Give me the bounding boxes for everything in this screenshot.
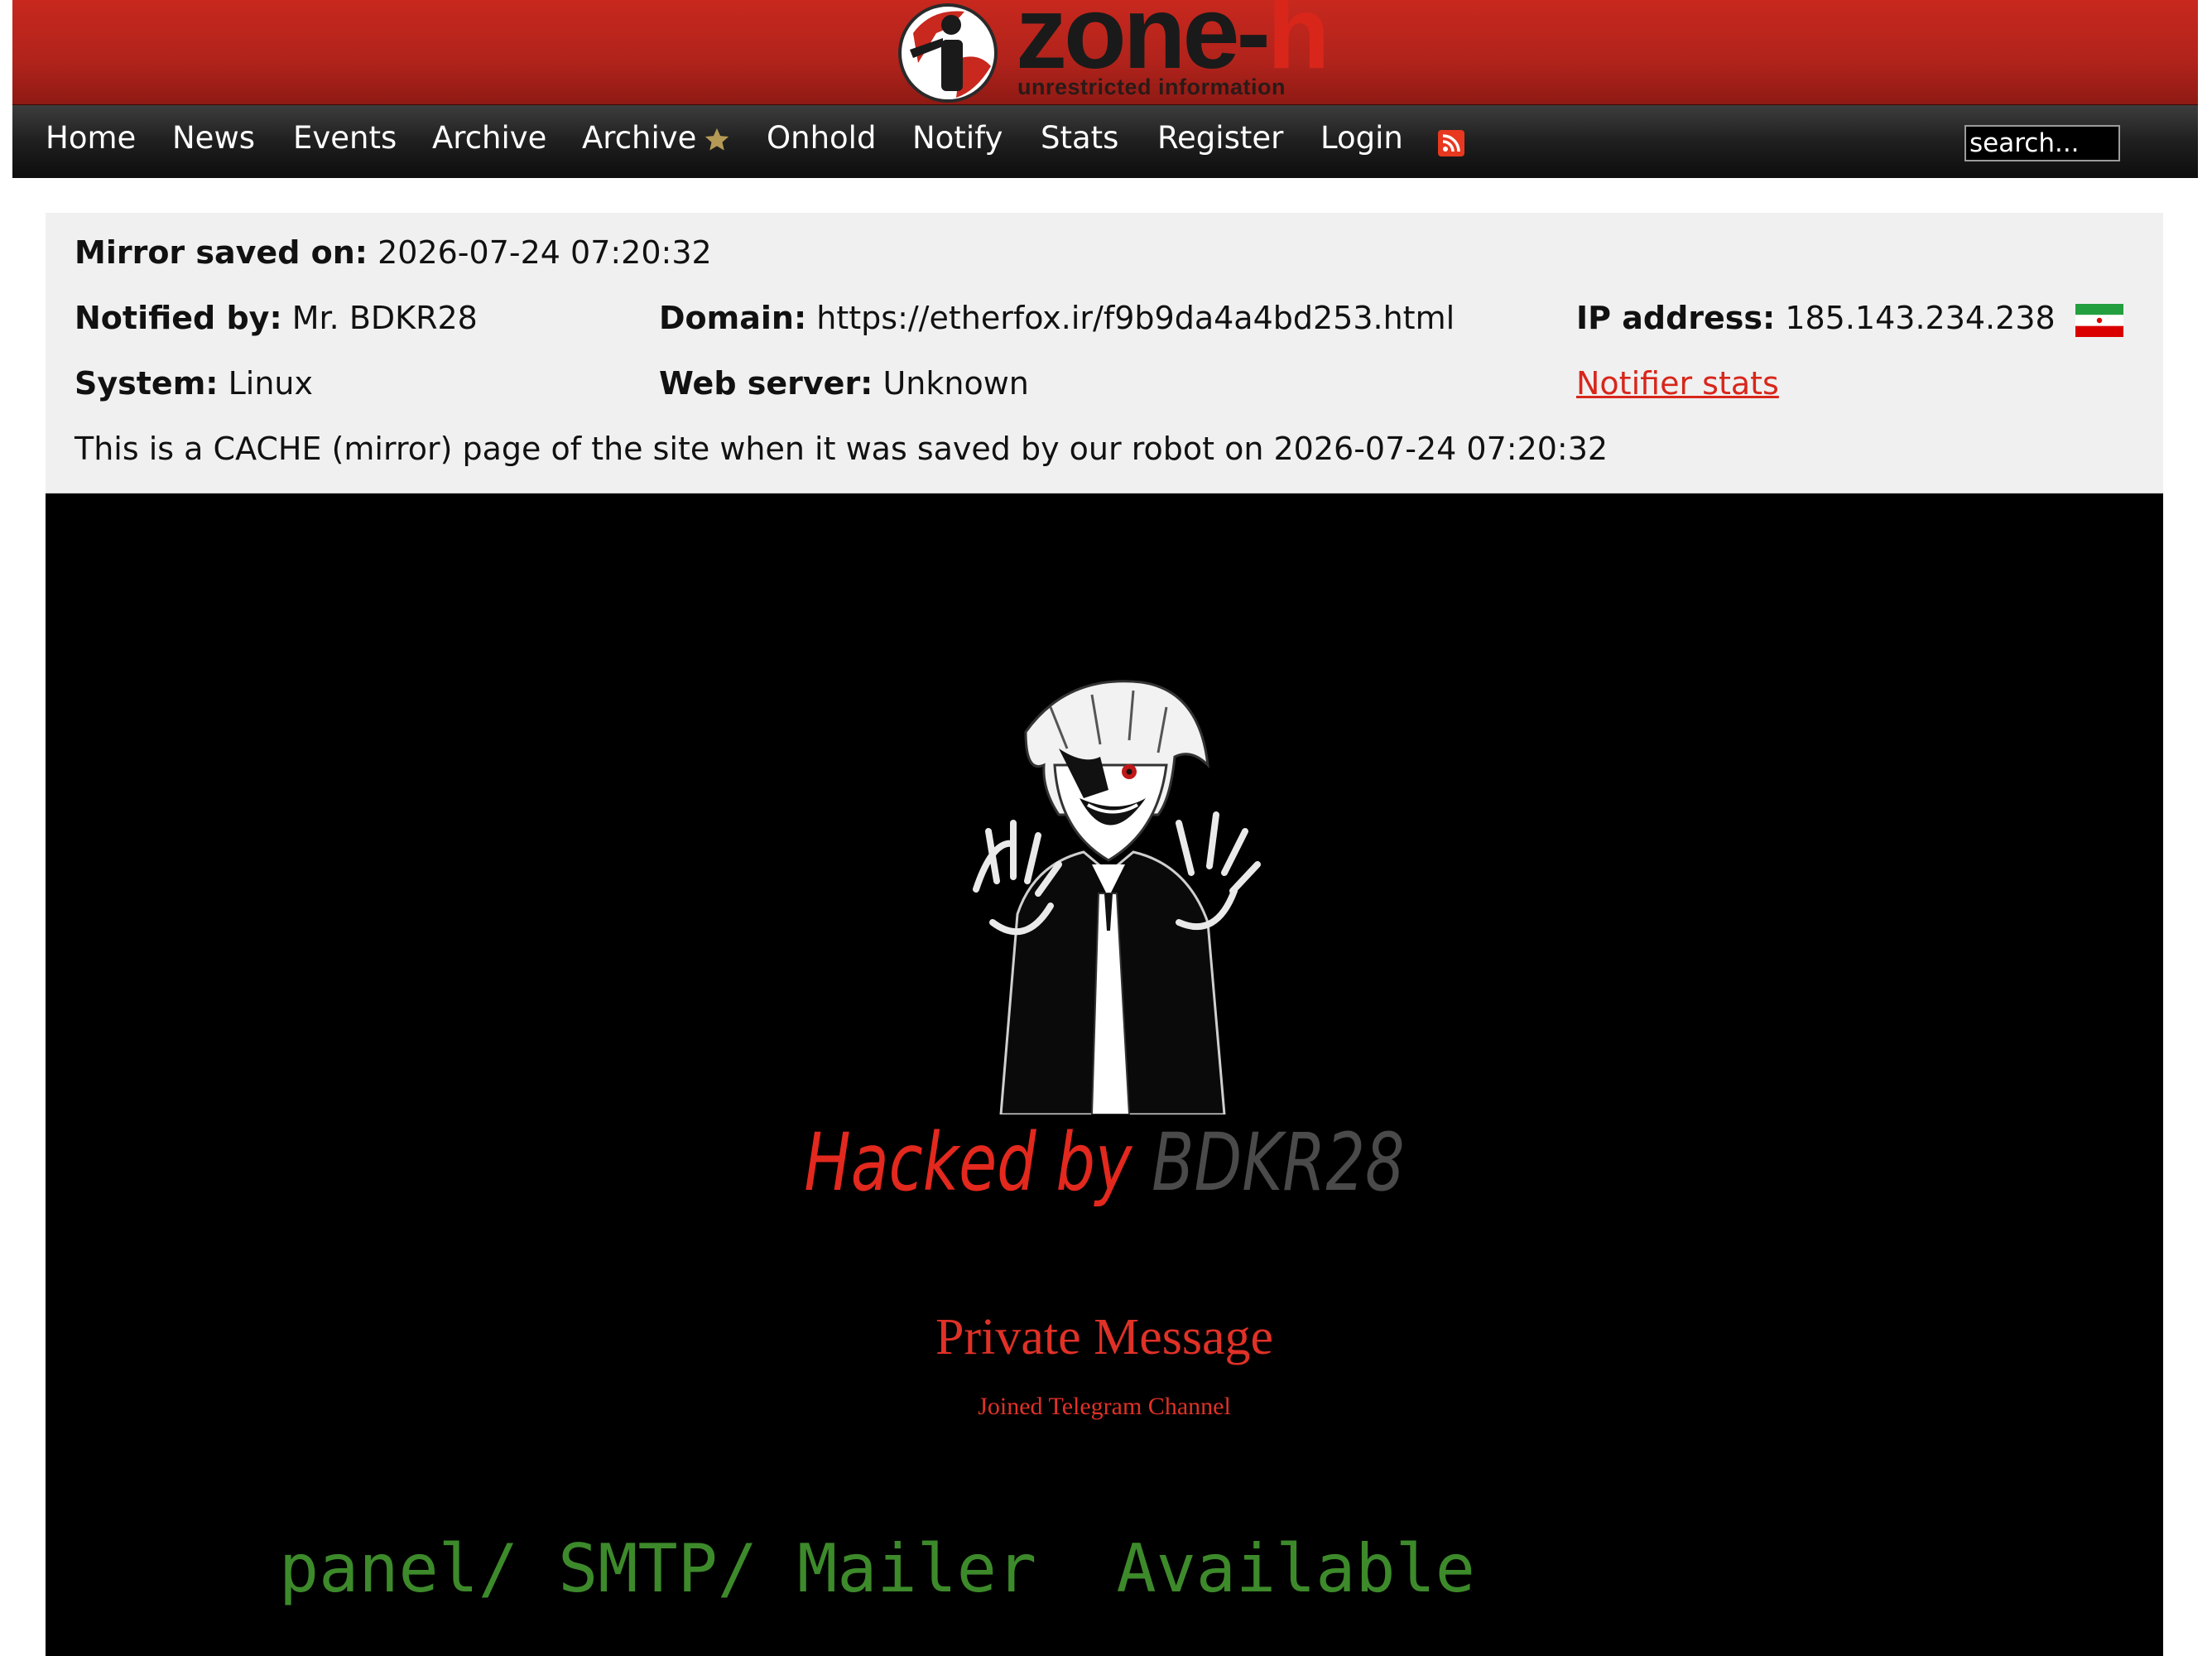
star-icon bbox=[705, 128, 729, 151]
nav-register[interactable]: Register bbox=[1157, 120, 1283, 156]
system-row: System: Linux bbox=[75, 365, 313, 402]
mirror-saved-value: 2026-07-24 07:20:32 bbox=[377, 234, 712, 271]
rss-feed-icon[interactable] bbox=[1438, 130, 1464, 156]
nav-archive-special-label: Archive bbox=[582, 120, 697, 156]
notified-row: Notified by: Mr. BDKR28 bbox=[75, 300, 478, 336]
webserver-label: Web server: bbox=[659, 365, 873, 402]
logo-globe-icon bbox=[898, 3, 998, 103]
nav-archive-special[interactable]: Archive bbox=[582, 120, 731, 156]
site-header: zone-h unrestricted information bbox=[12, 0, 2198, 107]
mirror-saved-label: Mirror saved on: bbox=[75, 234, 368, 271]
telegram-channel-link[interactable]: Joined Telegram Channel bbox=[46, 1393, 2163, 1421]
iran-flag-icon bbox=[2075, 303, 2123, 337]
nav-stats[interactable]: Stats bbox=[1041, 120, 1118, 156]
search-input[interactable] bbox=[1964, 125, 2120, 161]
system-value: Linux bbox=[228, 365, 313, 402]
notified-value: Mr. BDKR28 bbox=[291, 300, 478, 336]
ip-label: IP address: bbox=[1576, 300, 1776, 336]
logo-wordmark: zone-h bbox=[1016, 0, 1330, 90]
zone-h-logo[interactable]: zone-h unrestricted information bbox=[893, 0, 1340, 104]
mirror-saved-row: Mirror saved on: 2026-07-24 07:20:32 bbox=[75, 234, 712, 271]
ip-row: IP address: 185.143.234.238 bbox=[1576, 300, 2123, 337]
page: zone-h unrestricted information Home New… bbox=[12, 0, 2198, 1656]
private-message-link[interactable]: Private Message bbox=[46, 1308, 2163, 1367]
nav-archive[interactable]: Archive bbox=[432, 120, 546, 156]
cache-note: This is a CACHE (mirror) page of the sit… bbox=[75, 431, 1609, 467]
nav-onhold[interactable]: Onhold bbox=[767, 120, 876, 156]
rss-glyph bbox=[1442, 134, 1460, 152]
nav-events[interactable]: Events bbox=[293, 120, 397, 156]
nav-home[interactable]: Home bbox=[46, 120, 136, 156]
anime-character-illustration bbox=[973, 680, 1261, 1114]
hacked-by-heading: Hacked by BDKR28 bbox=[278, 1116, 1930, 1209]
domain-label: Domain: bbox=[659, 300, 807, 336]
system-label: System: bbox=[75, 365, 219, 402]
webserver-value: Unknown bbox=[882, 365, 1029, 402]
nav-news[interactable]: News bbox=[172, 120, 255, 156]
logo-tagline: unrestricted information bbox=[1017, 75, 1286, 99]
notifier-stats-link[interactable]: Notifier stats bbox=[1576, 365, 1779, 402]
ip-value: 185.143.234.238 bbox=[1785, 300, 2056, 336]
nav-login[interactable]: Login bbox=[1320, 120, 1403, 156]
panel-smtp-mailer-text: panel/ SMTP/ Mailer Available bbox=[279, 1530, 1475, 1607]
notified-label: Notified by: bbox=[75, 300, 282, 336]
hacked-by-label: Hacked by bbox=[804, 1116, 1132, 1209]
webserver-row: Web server: Unknown bbox=[659, 365, 1029, 402]
nav-notify[interactable]: Notify bbox=[912, 120, 1003, 156]
domain-value: https://etherfox.ir/f9b9da4a4bd253.html bbox=[816, 300, 1455, 336]
main-nav: Home News Events Archive Archive Onhold … bbox=[12, 105, 2198, 178]
mirrored-page: Hacked by BDKR28 Private Message Joined … bbox=[46, 493, 2163, 1656]
mirror-info-panel: Mirror saved on: 2026-07-24 07:20:32 Not… bbox=[46, 213, 2163, 494]
domain-row: Domain: https://etherfox.ir/f9b9da4a4bd2… bbox=[659, 300, 1455, 336]
hacker-name: BDKR28 bbox=[1152, 1116, 1405, 1209]
